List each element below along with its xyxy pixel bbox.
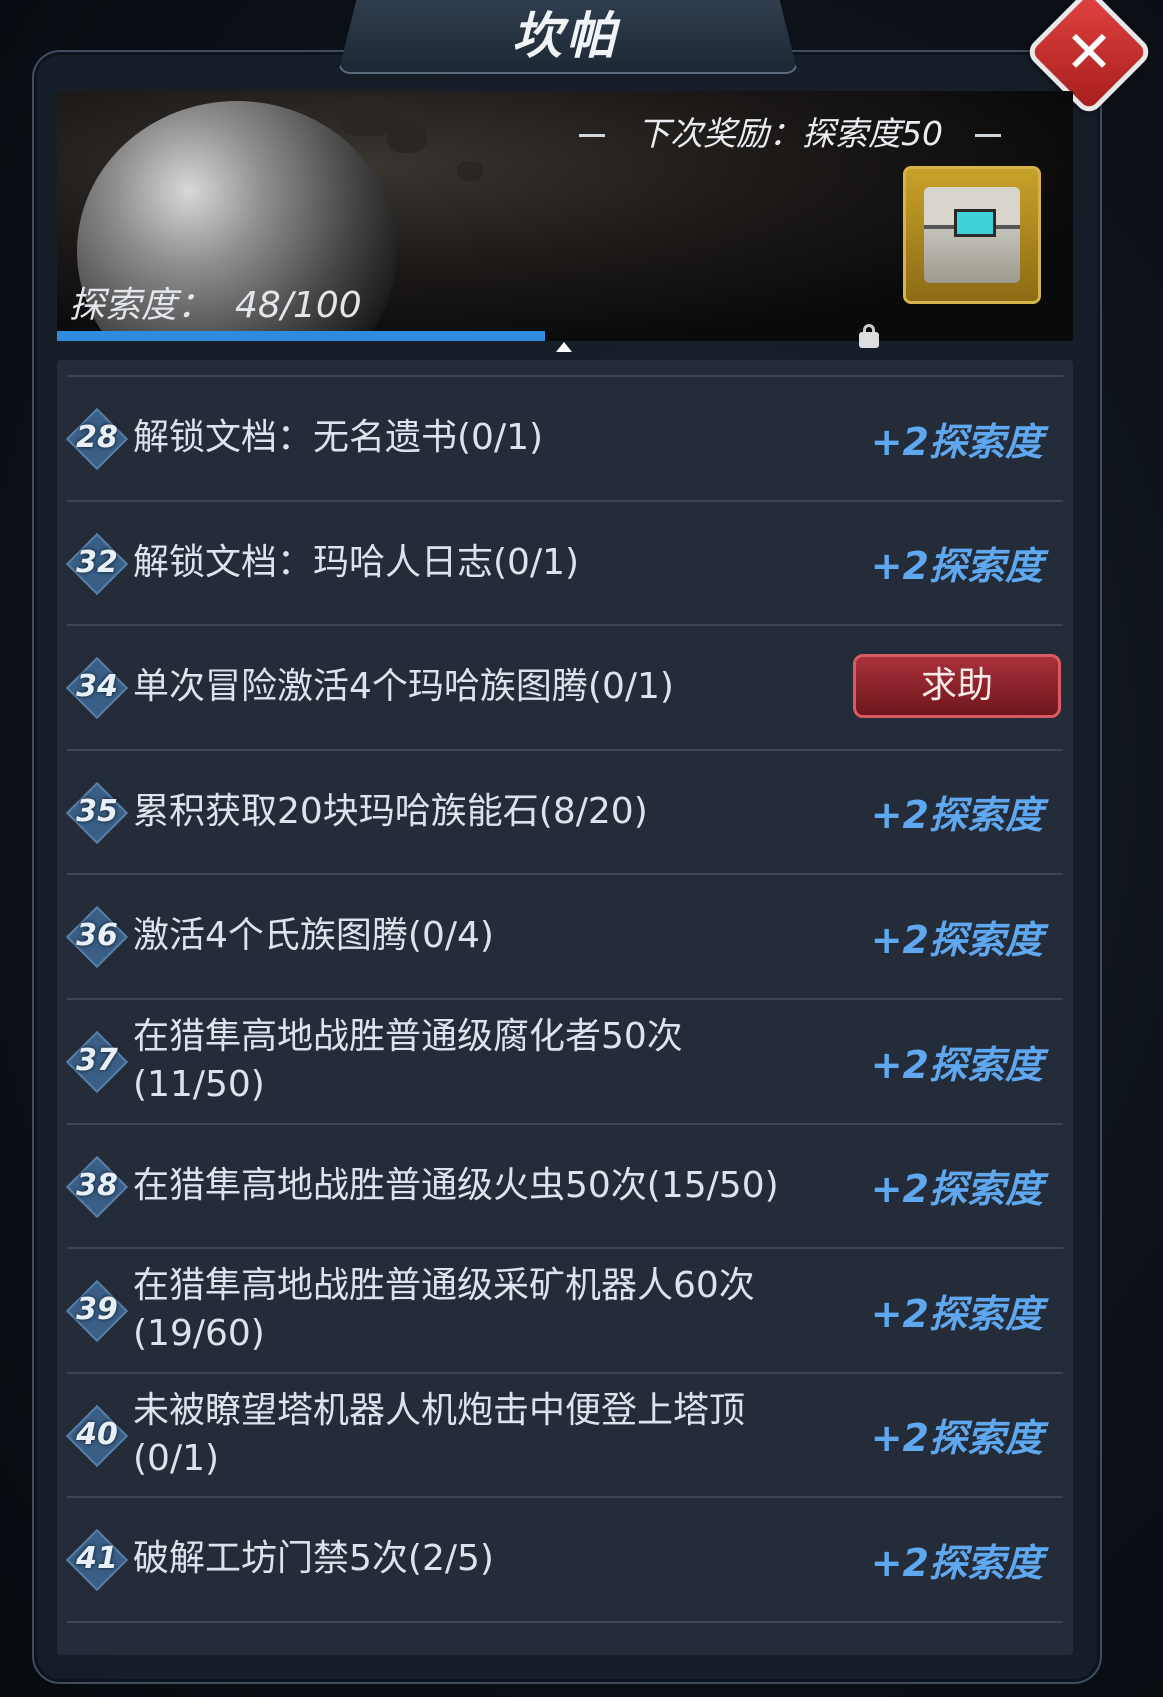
task-row: 37 在猎隼高地战胜普通级腐化者50次(11/50) +2探索度 <box>65 998 1063 1122</box>
divider <box>975 134 1001 137</box>
task-number: 32 <box>76 544 118 580</box>
task-row: 32 解锁文档：玛哈人日志(0/1) +2探索度 <box>65 499 1063 624</box>
list-divider <box>67 1621 1063 1623</box>
progress-marker-icon <box>556 342 572 352</box>
supply-crate-icon[interactable] <box>903 166 1041 304</box>
task-reward: +2探索度 <box>870 917 1043 962</box>
task-number: 28 <box>76 420 118 455</box>
task-row: 39 在猎隼高地战胜普通级采矿机器人60次(19/60) +2探索度 <box>65 1247 1063 1371</box>
panel-title: 坎帕 <box>512 7 620 65</box>
task-number: 41 <box>76 1541 118 1577</box>
asteroid-decoration <box>337 96 397 136</box>
exploration-label-text: 探索度： <box>69 285 214 326</box>
exploration-label: 探索度： 48/100 <box>69 276 362 328</box>
task-description: 在猎隼高地战胜普通级腐化者50次(11/50) <box>133 1016 683 1105</box>
crate-latch <box>954 209 996 237</box>
task-number: 34 <box>76 669 118 705</box>
task-row: 40 未被瞭望塔机器人机炮击中便登上塔顶(0/1) +2探索度 <box>65 1371 1063 1496</box>
task-number: 40 <box>76 1416 118 1452</box>
task-row: 28 解锁文档：无名遗书(0/1) +2探索度 <box>65 375 1063 499</box>
exploration-progress-track <box>57 331 1073 341</box>
task-number: 36 <box>76 918 118 954</box>
task-reward: +2探索度 <box>870 1042 1043 1087</box>
task-reward: +2探索度 <box>870 793 1043 838</box>
next-reward-text: 下次奖励：探索度50 <box>637 114 943 153</box>
task-description: 累积获取20块玛哈族能石(8/20) <box>133 790 648 832</box>
task-reward: +2探索度 <box>870 1167 1043 1212</box>
close-icon[interactable]: ✕ <box>1043 6 1135 98</box>
divider <box>579 134 605 137</box>
next-reward-label: 下次奖励：探索度50 <box>547 107 1033 155</box>
planet-banner: 下次奖励：探索度50 探索度： 48/100 <box>57 91 1073 341</box>
task-description: 未被瞭望塔机器人机炮击中便登上塔顶(0/1) <box>133 1389 746 1479</box>
task-number: 38 <box>76 1167 118 1203</box>
task-description: 破解工坊门禁5次(2/5) <box>133 1538 494 1580</box>
task-reward: +2探索度 <box>870 1540 1043 1585</box>
task-reward: +2探索度 <box>870 1416 1043 1461</box>
task-description: 在猎隼高地战胜普通级采矿机器人60次(19/60) <box>133 1265 755 1355</box>
task-description: 解锁文档：无名遗书(0/1) <box>133 417 544 458</box>
task-description: 单次冒险激活4个玛哈族图腾(0/1) <box>133 666 674 708</box>
task-row: 35 累积获取20块玛哈族能石(8/20) +2探索度 <box>65 748 1063 873</box>
help-button[interactable]: 求助 <box>853 654 1061 719</box>
task-list[interactable]: 28 解锁文档：无名遗书(0/1) +2探索度 32 解锁文档：玛哈人日志(0/1) +2… <box>57 360 1073 1655</box>
task-row: 36 激活4个氏族图腾(0/4) +2探索度 <box>65 873 1063 997</box>
task-reward: +2探索度 <box>870 544 1043 589</box>
task-number: 35 <box>76 793 118 829</box>
task-row: 38 在猎隼高地战胜普通级火虫50次(15/50) +2探索度 <box>65 1122 1063 1247</box>
lock-body <box>859 332 879 348</box>
lock-icon <box>859 324 879 348</box>
exploration-progress-fill <box>57 331 545 341</box>
task-number: 37 <box>76 1043 118 1078</box>
task-reward: +2探索度 <box>870 419 1043 464</box>
task-row: 34 单次冒险激活4个玛哈族图腾(0/1) 求助 <box>65 624 1063 748</box>
task-number: 39 <box>76 1292 118 1328</box>
asteroid-decoration <box>457 161 483 181</box>
task-description: 在猎隼高地战胜普通级火虫50次(15/50) <box>133 1164 779 1206</box>
exploration-value: 48/100 <box>235 285 362 326</box>
task-reward: +2探索度 <box>870 1291 1043 1336</box>
task-description: 激活4个氏族图腾(0/4) <box>133 915 494 957</box>
task-row: 41 破解工坊门禁5次(2/5) +2探索度 <box>65 1496 1063 1620</box>
task-description: 解锁文档：玛哈人日志(0/1) <box>133 541 580 583</box>
